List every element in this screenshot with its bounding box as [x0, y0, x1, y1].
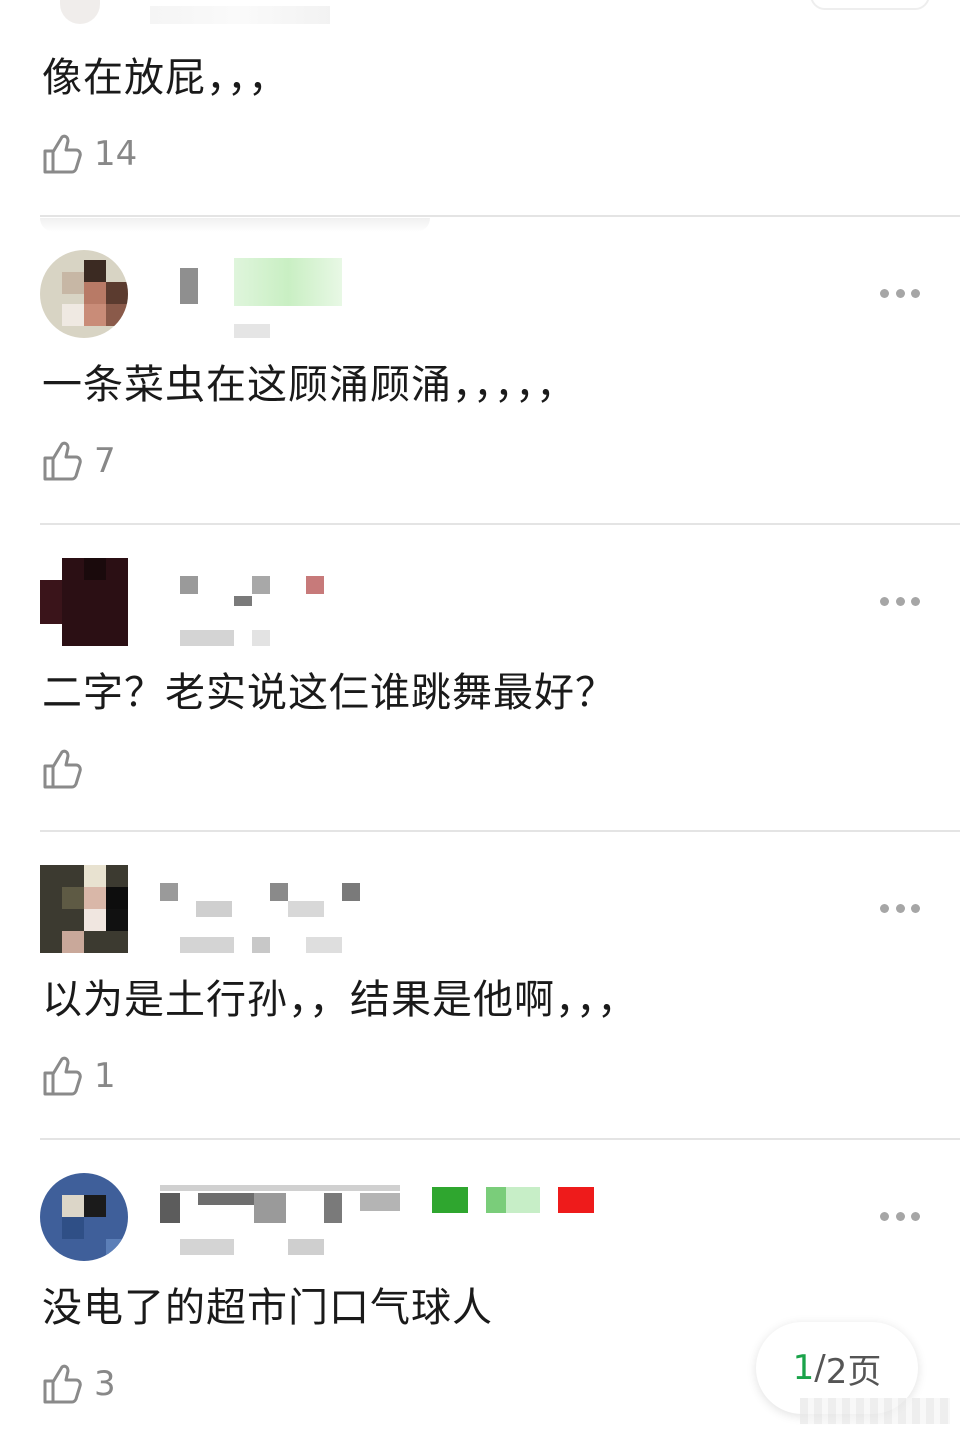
thumbs-up-icon	[43, 134, 82, 174]
more-options-button[interactable]	[880, 283, 920, 303]
like-button[interactable]	[42, 748, 94, 790]
comment-item: 没电了的超市门口气球人 3	[0, 1143, 960, 1404]
comment-text: 一条菜虫在这顾涌顾涌，，，，，	[42, 362, 577, 408]
like-count: 1	[94, 1056, 116, 1096]
user-avatar[interactable]	[40, 558, 128, 646]
divider	[40, 1138, 960, 1140]
user-avatar[interactable]	[40, 865, 128, 953]
like-count: 3	[94, 1364, 116, 1404]
divider	[40, 830, 960, 832]
more-options-button[interactable]	[880, 1206, 920, 1226]
current-page: 1	[792, 1348, 815, 1388]
thumbs-up-icon	[43, 441, 82, 481]
comment-text: 二字？老实说这仨谁跳舞最好？	[42, 670, 616, 716]
thumbs-up-icon	[43, 1364, 82, 1404]
user-avatar[interactable]	[40, 1173, 128, 1261]
divider	[40, 215, 960, 217]
like-count: 7	[94, 441, 116, 481]
user-avatar[interactable]	[40, 250, 128, 338]
thumbs-up-icon	[43, 1056, 82, 1096]
like-button[interactable]: 1	[42, 1055, 116, 1097]
comment-item: 以为是土行孙，，结果是他啊，，， 1	[0, 835, 960, 1096]
sort-pill-fragment[interactable]	[810, 0, 930, 10]
avatar-fragment	[60, 0, 100, 24]
like-count: 14	[94, 134, 138, 174]
comment-text: 像在放屁，，，	[42, 55, 289, 101]
username-blurred	[160, 258, 620, 338]
page-separator: /	[814, 1348, 826, 1388]
username-blurred	[160, 1181, 620, 1255]
divider	[40, 523, 960, 525]
thumbs-up-icon	[43, 749, 82, 789]
like-button[interactable]: 3	[42, 1363, 116, 1405]
username-blurred	[160, 873, 620, 953]
watermark-blurred	[800, 1398, 950, 1424]
comment-item: 二字？老实说这仨谁跳舞最好？	[0, 528, 960, 789]
like-button[interactable]: 14	[42, 133, 137, 175]
comment-text: 以为是土行孙，，结果是他啊，，，	[42, 977, 638, 1023]
previous-comment-header-fragment	[0, 0, 960, 40]
username-blurred	[160, 566, 620, 646]
like-button[interactable]: 7	[42, 440, 116, 482]
username-blurred	[150, 6, 330, 24]
total-pages: 2页	[825, 1351, 882, 1392]
comment-item: 一条菜虫在这顾涌顾涌，，，，， 7	[0, 220, 960, 481]
more-options-button[interactable]	[880, 591, 920, 611]
more-options-button[interactable]	[880, 898, 920, 918]
comment-text: 没电了的超市门口气球人	[42, 1285, 493, 1331]
